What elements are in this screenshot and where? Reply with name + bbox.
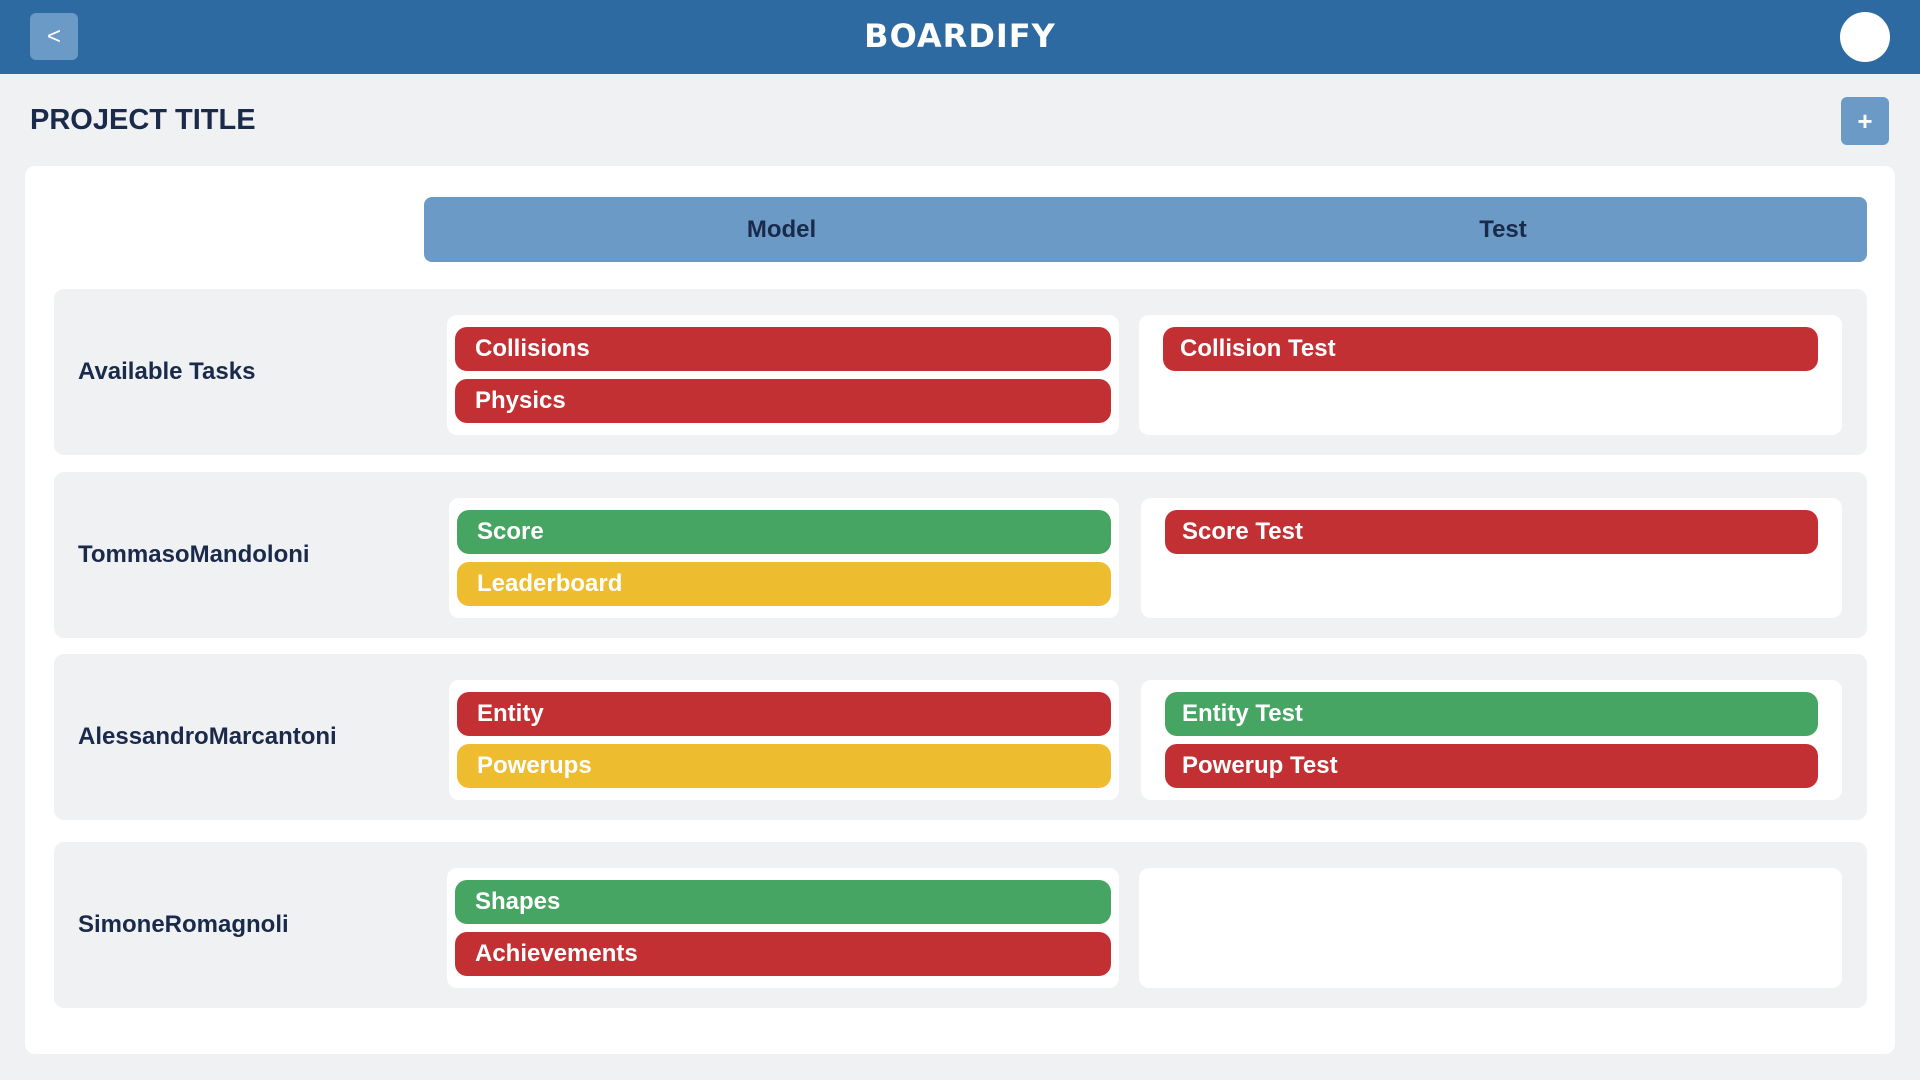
add-button[interactable]: + <box>1841 97 1889 145</box>
page-title: PROJECT TITLE <box>30 104 256 136</box>
test-cell[interactable] <box>1139 868 1842 988</box>
task-card[interactable]: Shapes <box>455 880 1111 924</box>
app-title: BOARDIFY <box>864 17 1056 55</box>
task-card[interactable]: Collisions <box>455 327 1111 371</box>
column-label-model: Model <box>746 216 817 243</box>
task-card[interactable]: Entity <box>457 692 1111 736</box>
task-card[interactable]: Collision Test <box>1163 327 1818 371</box>
board-row: Available Tasks Collisions Physics Colli… <box>54 289 1867 455</box>
avatar[interactable] <box>1840 12 1890 62</box>
task-card[interactable]: Entity Test <box>1165 692 1818 736</box>
board-row: SimoneRomagnoli Shapes Achievements <box>54 842 1867 1008</box>
board-row: TommasoMandoloni Score Leaderboard Score… <box>54 472 1867 638</box>
task-card[interactable]: Powerup Test <box>1165 744 1818 788</box>
row-label: TommasoMandoloni <box>78 541 310 568</box>
row-label: Available Tasks <box>78 358 256 385</box>
board-row: AlessandroMarcantoni Entity Powerups Ent… <box>54 654 1867 820</box>
task-card[interactable]: Powerups <box>457 744 1111 788</box>
model-cell[interactable]: Collisions Physics <box>447 315 1119 435</box>
column-header: Model Test <box>424 197 1867 262</box>
task-card[interactable]: Leaderboard <box>457 562 1111 606</box>
model-cell[interactable]: Entity Powerups <box>449 680 1119 800</box>
row-label: SimoneRomagnoli <box>78 911 289 938</box>
row-label: AlessandroMarcantoni <box>78 723 337 750</box>
task-card[interactable]: Physics <box>455 379 1111 423</box>
column-label-test: Test <box>1479 216 1527 243</box>
model-cell[interactable]: Shapes Achievements <box>447 868 1119 988</box>
task-card[interactable]: Score <box>457 510 1111 554</box>
test-cell[interactable]: Entity Test Powerup Test <box>1141 680 1842 800</box>
model-cell[interactable]: Score Leaderboard <box>449 498 1119 618</box>
top-bar: < BOARDIFY <box>0 0 1920 74</box>
task-card[interactable]: Achievements <box>455 932 1111 976</box>
task-card[interactable]: Score Test <box>1165 510 1818 554</box>
test-cell[interactable]: Collision Test <box>1139 315 1842 435</box>
test-cell[interactable]: Score Test <box>1141 498 1842 618</box>
